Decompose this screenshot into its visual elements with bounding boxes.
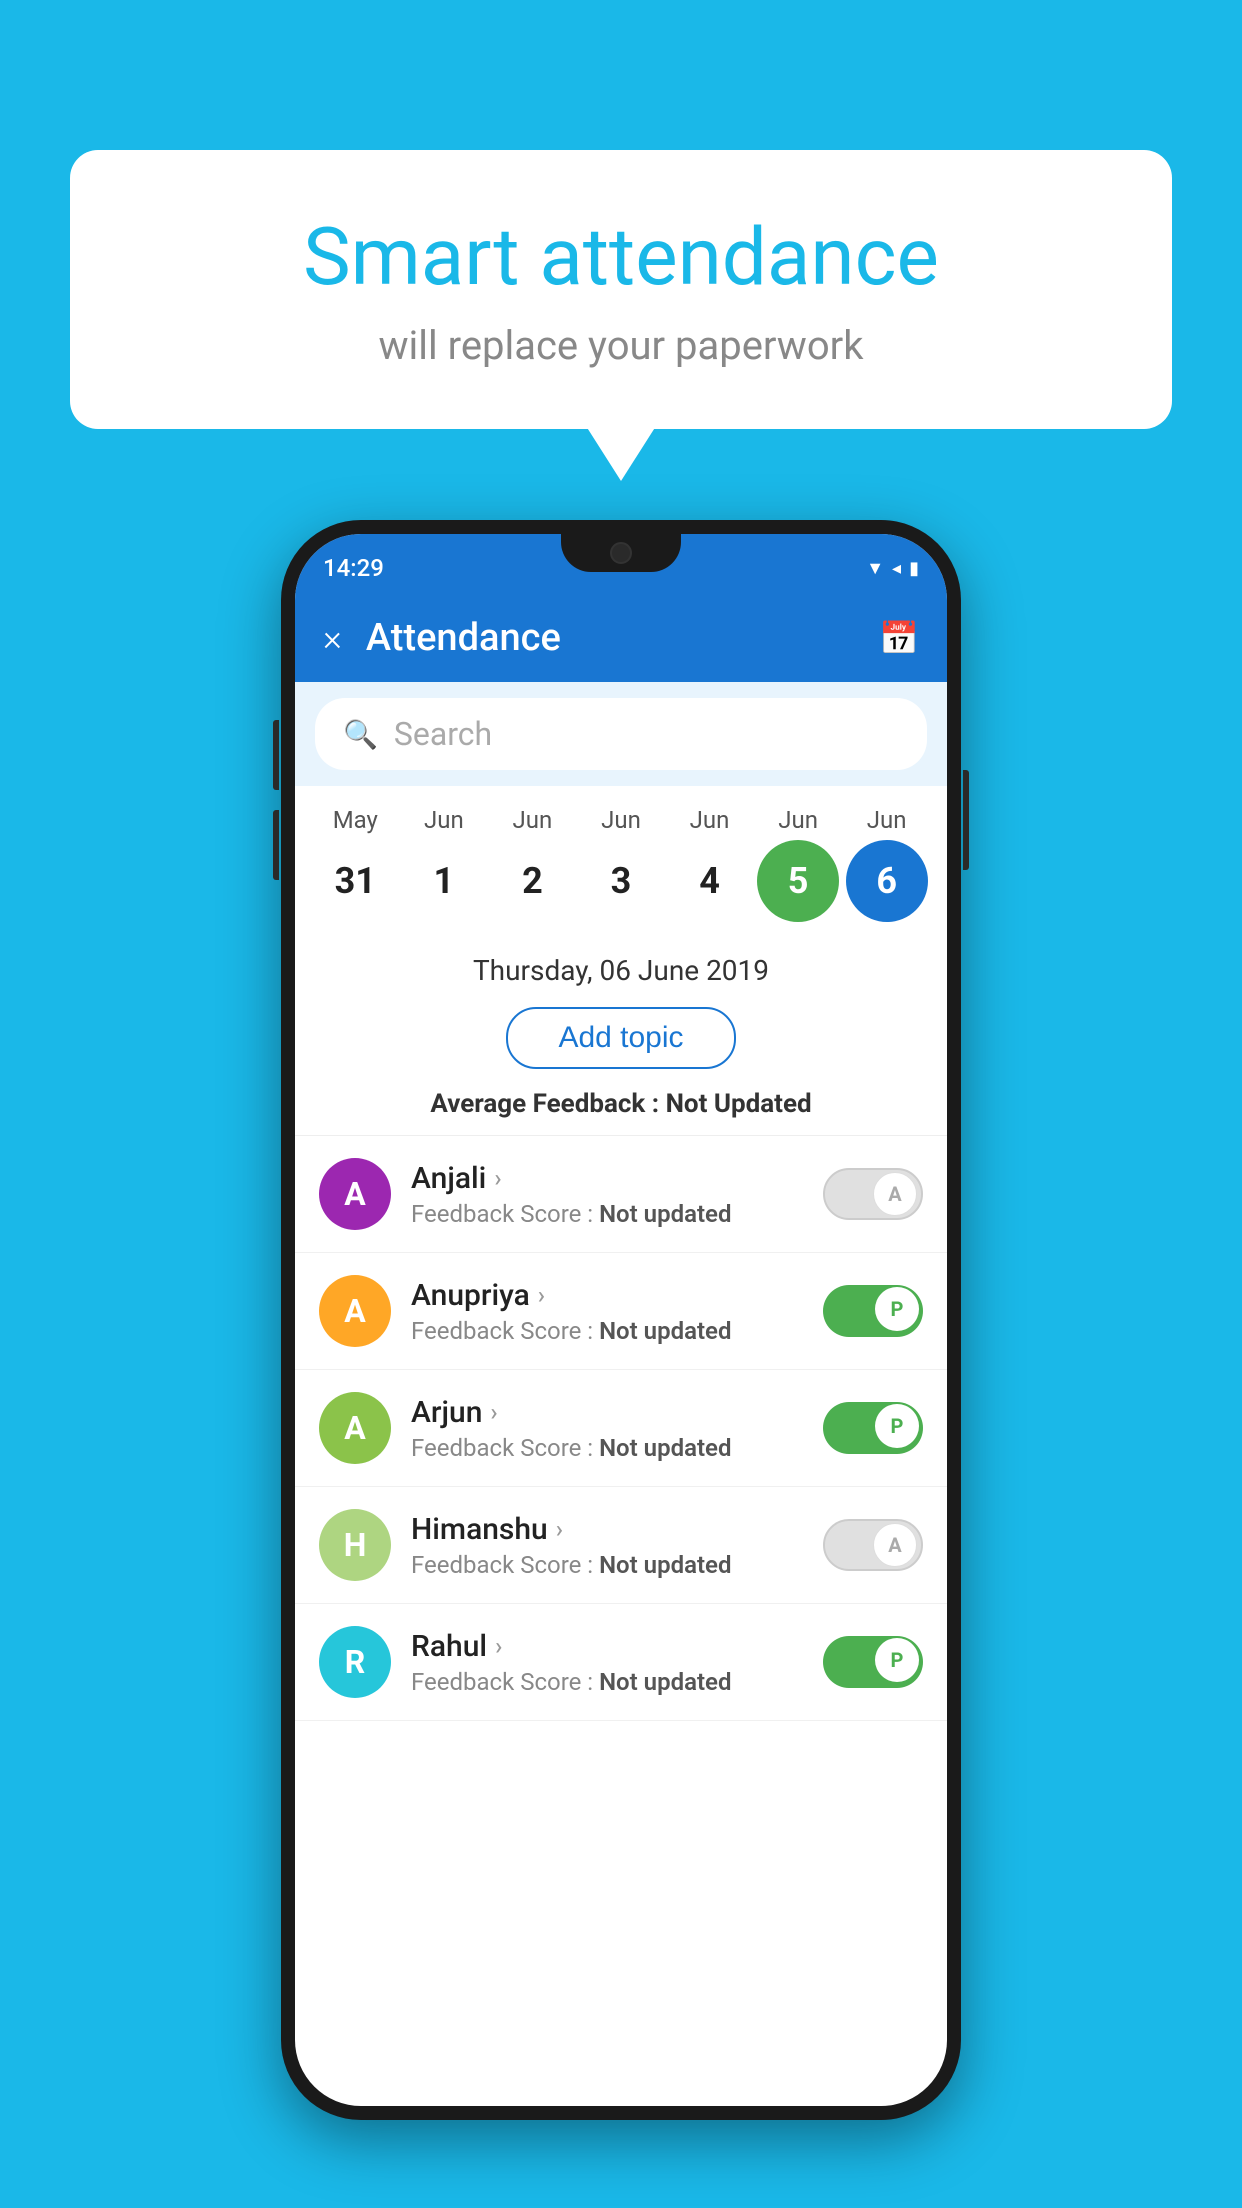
phone-outer: 14:29 ▼ ◂ ▮ × Attendance 📅 🔍	[281, 520, 961, 2120]
student-avatar-arjun: A	[319, 1392, 391, 1464]
calendar-months-row: MayJunJunJunJunJunJun	[311, 806, 931, 834]
student-avatar-anupriya: A	[319, 1275, 391, 1347]
cal-month-6: Jun	[846, 806, 928, 834]
cal-day-6[interactable]: 6	[846, 840, 928, 922]
close-icon[interactable]: ×	[323, 617, 342, 659]
calendar-strip: MayJunJunJunJunJunJun 31123456	[295, 786, 947, 932]
status-icons: ▼ ◂ ▮	[866, 558, 919, 579]
student-feedback-anjali: Feedback Score : Not updated	[411, 1200, 803, 1228]
cal-month-2: Jun	[491, 806, 573, 834]
cal-month-4: Jun	[669, 806, 751, 834]
app-bar-title: Attendance	[366, 616, 855, 660]
student-avatar-anjali: A	[319, 1158, 391, 1230]
date-heading: Thursday, 06 June 2019	[295, 932, 947, 997]
phone-mockup: 14:29 ▼ ◂ ▮ × Attendance 📅 🔍	[281, 520, 961, 2120]
calendar-icon[interactable]: 📅	[879, 619, 919, 657]
status-time: 14:29	[323, 554, 384, 582]
student-item-anupriya: A Anupriya › Feedback Score : Not updated P	[295, 1253, 947, 1370]
vol-up-button	[273, 720, 279, 790]
power-button	[963, 770, 969, 870]
front-camera	[610, 542, 632, 564]
vol-down-button	[273, 810, 279, 880]
chevron-icon: ›	[556, 1515, 563, 1543]
cal-day-4[interactable]: 4	[669, 840, 751, 922]
signal-icon: ◂	[892, 558, 901, 579]
attendance-toggle-anupriya[interactable]: P	[823, 1285, 923, 1337]
toggle-knob-arjun: P	[875, 1404, 919, 1448]
student-item-anjali: A Anjali › Feedback Score : Not updated A	[295, 1136, 947, 1253]
cal-month-0: May	[314, 806, 396, 834]
cal-day-31[interactable]: 31	[314, 840, 396, 922]
student-info-himanshu: Himanshu › Feedback Score : Not updated	[411, 1512, 803, 1579]
search-bar-container: 🔍 Search	[295, 682, 947, 786]
student-name-anupriya[interactable]: Anupriya ›	[411, 1278, 803, 1313]
phone-screen: 14:29 ▼ ◂ ▮ × Attendance 📅 🔍	[295, 534, 947, 2106]
speech-bubble: Smart attendance will replace your paper…	[70, 150, 1172, 429]
avg-feedback-label: Average Feedback :	[430, 1089, 665, 1119]
speech-bubble-container: Smart attendance will replace your paper…	[70, 150, 1172, 429]
bubble-subtitle: will replace your paperwork	[120, 322, 1122, 369]
chevron-icon: ›	[490, 1398, 497, 1426]
student-name-rahul[interactable]: Rahul ›	[411, 1629, 803, 1664]
avg-feedback: Average Feedback : Not Updated	[295, 1083, 947, 1136]
attendance-toggle-arjun[interactable]: P	[823, 1402, 923, 1454]
student-item-himanshu: H Himanshu › Feedback Score : Not updated A	[295, 1487, 947, 1604]
cal-month-1: Jun	[403, 806, 485, 834]
student-item-rahul: R Rahul › Feedback Score : Not updated P	[295, 1604, 947, 1721]
student-info-anjali: Anjali › Feedback Score : Not updated	[411, 1161, 803, 1228]
battery-icon: ▮	[909, 558, 919, 579]
student-avatar-himanshu: H	[319, 1509, 391, 1581]
student-name-arjun[interactable]: Arjun ›	[411, 1395, 803, 1430]
add-topic-container: Add topic	[295, 997, 947, 1083]
attendance-toggle-himanshu[interactable]: A	[823, 1519, 923, 1571]
app-bar: × Attendance 📅	[295, 594, 947, 682]
student-item-arjun: A Arjun › Feedback Score : Not updated P	[295, 1370, 947, 1487]
student-name-himanshu[interactable]: Himanshu ›	[411, 1512, 803, 1547]
student-name-anjali[interactable]: Anjali ›	[411, 1161, 803, 1196]
phone-notch	[561, 534, 681, 572]
student-info-arjun: Arjun › Feedback Score : Not updated	[411, 1395, 803, 1462]
date-heading-text: Thursday, 06 June 2019	[473, 954, 769, 987]
attendance-toggle-anjali[interactable]: A	[823, 1168, 923, 1220]
toggle-knob-himanshu: A	[873, 1523, 917, 1567]
student-feedback-himanshu: Feedback Score : Not updated	[411, 1551, 803, 1579]
app-background: Smart attendance will replace your paper…	[0, 0, 1242, 2208]
student-info-anupriya: Anupriya › Feedback Score : Not updated	[411, 1278, 803, 1345]
chevron-icon: ›	[494, 1164, 501, 1192]
student-feedback-anupriya: Feedback Score : Not updated	[411, 1317, 803, 1345]
avg-feedback-value: Not Updated	[666, 1089, 812, 1119]
toggle-knob-rahul: P	[875, 1638, 919, 1682]
bubble-title: Smart attendance	[120, 210, 1122, 304]
search-placeholder: Search	[394, 715, 492, 753]
cal-day-3[interactable]: 3	[580, 840, 662, 922]
add-topic-button[interactable]: Add topic	[506, 1007, 735, 1069]
calendar-days-row: 31123456	[311, 840, 931, 922]
cal-month-5: Jun	[757, 806, 839, 834]
chevron-icon: ›	[538, 1281, 545, 1309]
cal-day-1[interactable]: 1	[403, 840, 485, 922]
cal-month-3: Jun	[580, 806, 662, 834]
student-feedback-rahul: Feedback Score : Not updated	[411, 1668, 803, 1696]
attendance-toggle-rahul[interactable]: P	[823, 1636, 923, 1688]
student-info-rahul: Rahul › Feedback Score : Not updated	[411, 1629, 803, 1696]
toggle-knob-anupriya: P	[875, 1287, 919, 1331]
toggle-knob-anjali: A	[873, 1172, 917, 1216]
wifi-icon: ▼	[866, 558, 884, 579]
cal-day-2[interactable]: 2	[491, 840, 573, 922]
search-bar[interactable]: 🔍 Search	[315, 698, 927, 770]
search-icon: 🔍	[343, 718, 378, 751]
student-feedback-arjun: Feedback Score : Not updated	[411, 1434, 803, 1462]
student-avatar-rahul: R	[319, 1626, 391, 1698]
cal-day-5[interactable]: 5	[757, 840, 839, 922]
chevron-icon: ›	[495, 1632, 502, 1660]
student-list: AAnjali ›Feedback Score : Not updatedAAA…	[295, 1136, 947, 1721]
